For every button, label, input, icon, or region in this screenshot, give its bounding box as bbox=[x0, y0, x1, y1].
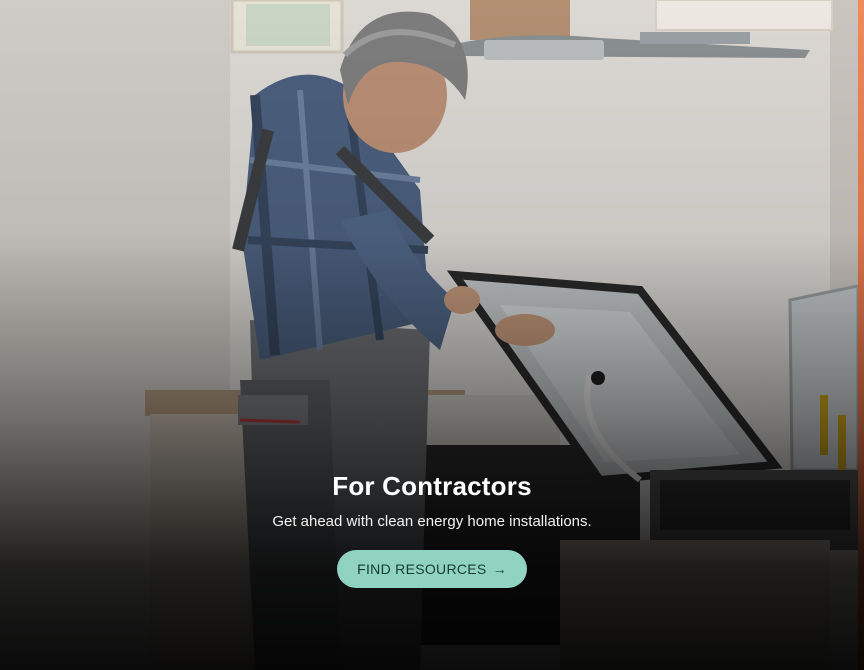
arrow-right-icon: → bbox=[492, 561, 507, 577]
find-resources-label: FIND RESOURCES bbox=[357, 561, 487, 577]
contractors-card[interactable]: For Contractors Get ahead with clean ene… bbox=[0, 0, 864, 670]
card-content: For Contractors Get ahead with clean ene… bbox=[0, 468, 864, 588]
card-title: For Contractors bbox=[332, 471, 532, 501]
card-subtitle: Get ahead with clean energy home install… bbox=[272, 513, 592, 530]
find-resources-button[interactable]: FIND RESOURCES → bbox=[337, 550, 527, 588]
